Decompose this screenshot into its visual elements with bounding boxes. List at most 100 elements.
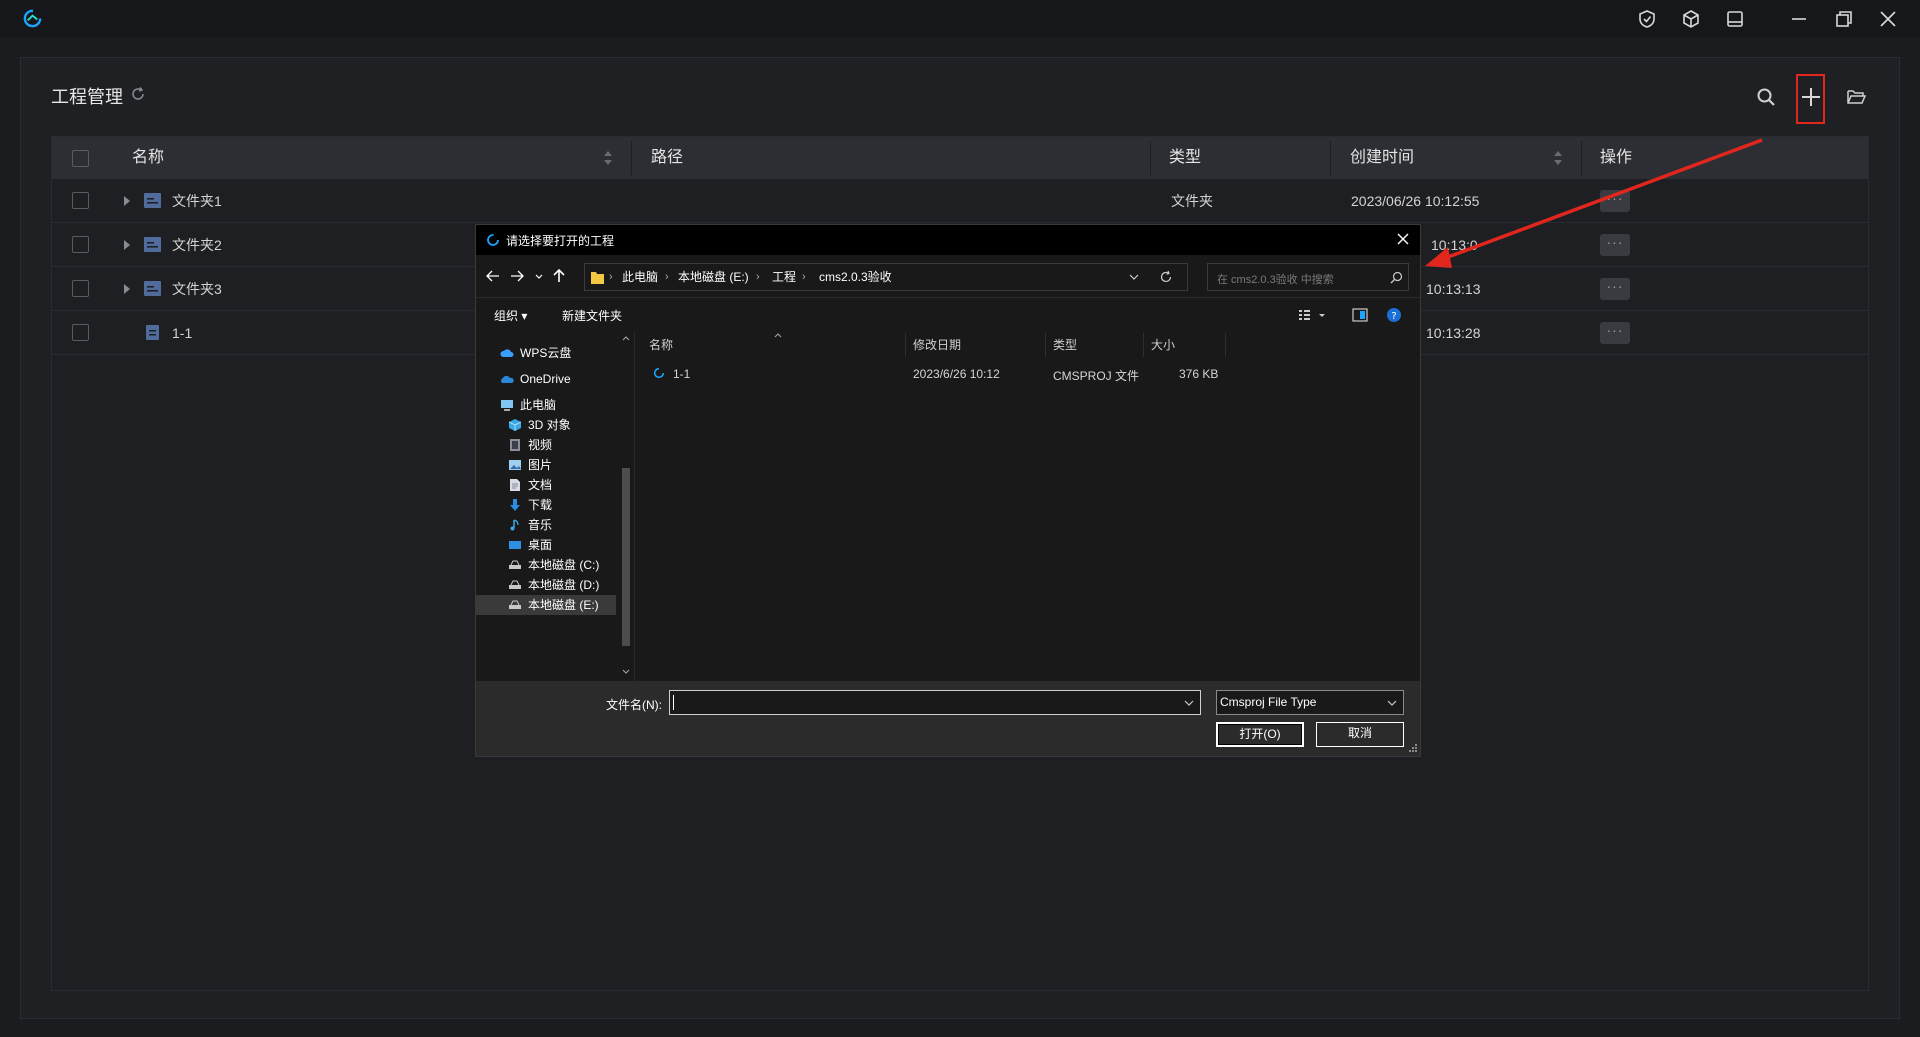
column-size[interactable]: 大小: [1151, 331, 1175, 359]
restore-icon[interactable]: [1831, 6, 1857, 32]
nav-item-wps[interactable]: WPS云盘: [476, 343, 616, 363]
more-button[interactable]: ···: [1600, 190, 1630, 212]
computer-icon: [501, 400, 513, 411]
chevron-down-icon[interactable]: [1129, 273, 1139, 281]
expand-arrow-icon[interactable]: [124, 284, 130, 294]
breadcrumb-item[interactable]: 工程: [772, 264, 796, 290]
nav-item-drive-c[interactable]: 本地磁盘 (C:): [476, 555, 616, 575]
more-button[interactable]: ···: [1600, 278, 1630, 300]
nav-item-this-pc[interactable]: 此电脑: [476, 395, 616, 415]
layout-icon[interactable]: [1722, 6, 1748, 32]
download-icon: [510, 499, 520, 511]
cube-icon[interactable]: [1678, 6, 1704, 32]
row-name: 文件夹1: [172, 193, 222, 209]
nav-item-documents[interactable]: 文档: [476, 475, 616, 495]
page-title: 工程管理: [51, 87, 123, 107]
file-type-select[interactable]: Cmsproj File Type: [1216, 690, 1404, 715]
dialog-title: 请选择要打开的工程: [506, 234, 615, 248]
resize-grip-icon[interactable]: [1408, 743, 1418, 753]
open-folder-icon[interactable]: [1844, 85, 1868, 109]
row-checkbox[interactable]: [72, 192, 89, 209]
add-icon[interactable]: [1799, 85, 1823, 109]
table-row[interactable]: 文件夹1 文件夹 2023/06/26 10:12:55 ···: [52, 179, 1868, 223]
video-icon: [510, 439, 520, 451]
row-type: 文件夹: [1171, 193, 1213, 209]
row-created: 10:13:13: [1426, 281, 1481, 297]
drive-icon: [509, 560, 521, 569]
chevron-down-icon[interactable]: [534, 267, 544, 285]
more-button[interactable]: ···: [1600, 322, 1630, 344]
chevron-up-icon[interactable]: [622, 335, 630, 341]
header-name[interactable]: 名称: [132, 137, 164, 179]
back-arrow-icon[interactable]: [484, 267, 502, 285]
row-checkbox[interactable]: [72, 236, 89, 253]
nav-item-pictures[interactable]: 图片: [476, 455, 616, 475]
sort-icon[interactable]: [602, 147, 614, 169]
sort-icon[interactable]: [1552, 147, 1564, 169]
chevron-down-icon[interactable]: [1184, 699, 1194, 707]
scrollbar-thumb[interactable]: [622, 468, 630, 646]
column-type[interactable]: 类型: [1053, 331, 1077, 359]
new-folder-button[interactable]: 新建文件夹: [562, 307, 622, 324]
organize-button[interactable]: 组织 ▾: [494, 307, 527, 324]
nav-item-music[interactable]: 音乐: [476, 515, 616, 535]
row-created: 10:13:0: [1431, 237, 1478, 253]
row-checkbox[interactable]: [72, 324, 89, 341]
breadcrumb-item[interactable]: 本地磁盘 (E:): [678, 264, 749, 290]
filename-input[interactable]: [669, 690, 1201, 715]
row-created: 2023/06/26 10:12:55: [1351, 193, 1480, 209]
chevron-down-icon[interactable]: [622, 669, 630, 675]
help-icon[interactable]: ?: [1386, 307, 1402, 323]
file-row[interactable]: 1-1 2023/6/26 10:12 CMSPROJ 文件 376 KB: [635, 359, 1421, 387]
svg-text:?: ?: [1391, 311, 1396, 322]
cloud-icon: [501, 375, 514, 383]
file-size: 376 KB: [1179, 367, 1219, 381]
more-button[interactable]: ···: [1600, 234, 1630, 256]
up-arrow-icon[interactable]: [550, 267, 568, 285]
column-modified[interactable]: 修改日期: [913, 331, 961, 359]
title-bar: [0, 0, 1920, 37]
header-created[interactable]: 创建时间: [1350, 137, 1414, 179]
cancel-button[interactable]: 取消: [1316, 722, 1404, 747]
select-all-checkbox[interactable]: [72, 150, 89, 167]
refresh-icon[interactable]: [1159, 270, 1173, 284]
app-logo-icon: [487, 234, 499, 246]
column-name[interactable]: 名称: [649, 331, 673, 359]
filename-label: 文件名(N):: [606, 698, 662, 712]
expand-arrow-icon[interactable]: [124, 240, 130, 250]
nav-item-drive-e[interactable]: 本地磁盘 (E:): [476, 595, 616, 615]
chevron-down-icon[interactable]: [1387, 699, 1397, 707]
search-icon[interactable]: [1754, 85, 1778, 109]
file-modified: 2023/6/26 10:12: [913, 367, 1000, 381]
address-bar[interactable]: › 此电脑 › 本地磁盘 (E:) › 工程 › cms2.0.3验收: [584, 263, 1188, 291]
minimize-icon[interactable]: [1786, 6, 1812, 32]
row-name: 文件夹3: [172, 281, 222, 297]
folder-icon: [591, 272, 604, 284]
nav-item-3d-objects[interactable]: 3D 对象: [476, 415, 616, 435]
breadcrumb-item[interactable]: cms2.0.3验收: [819, 264, 892, 290]
dialog-footer: 文件名(N): Cmsproj File Type 打开(O) 取消: [476, 681, 1420, 756]
cube-icon: [508, 419, 522, 431]
breadcrumb-item[interactable]: 此电脑: [622, 264, 658, 290]
nav-item-desktop[interactable]: 桌面: [476, 535, 616, 555]
nav-item-videos[interactable]: 视频: [476, 435, 616, 455]
refresh-icon[interactable]: [130, 86, 146, 102]
preview-pane-icon[interactable]: [1352, 308, 1368, 322]
forward-arrow-icon[interactable]: [508, 267, 526, 285]
nav-item-downloads[interactable]: 下载: [476, 495, 616, 515]
shield-icon[interactable]: [1634, 6, 1660, 32]
app-logo-icon: [23, 9, 42, 28]
close-icon[interactable]: [1394, 230, 1412, 248]
header-type: 类型: [1169, 149, 1202, 166]
close-icon[interactable]: [1875, 6, 1901, 32]
view-options-icon[interactable]: [1298, 308, 1328, 322]
row-checkbox[interactable]: [72, 280, 89, 297]
nav-item-drive-d[interactable]: 本地磁盘 (D:): [476, 575, 616, 595]
nav-item-onedrive[interactable]: OneDrive: [476, 369, 616, 389]
search-input[interactable]: 在 cms2.0.3验收 中搜索: [1207, 263, 1409, 291]
search-icon[interactable]: [1390, 271, 1403, 284]
file-name: 1-1: [673, 367, 691, 381]
expand-arrow-icon[interactable]: [124, 196, 130, 206]
row-name: 1-1: [172, 325, 193, 341]
open-button[interactable]: 打开(O): [1216, 722, 1304, 747]
